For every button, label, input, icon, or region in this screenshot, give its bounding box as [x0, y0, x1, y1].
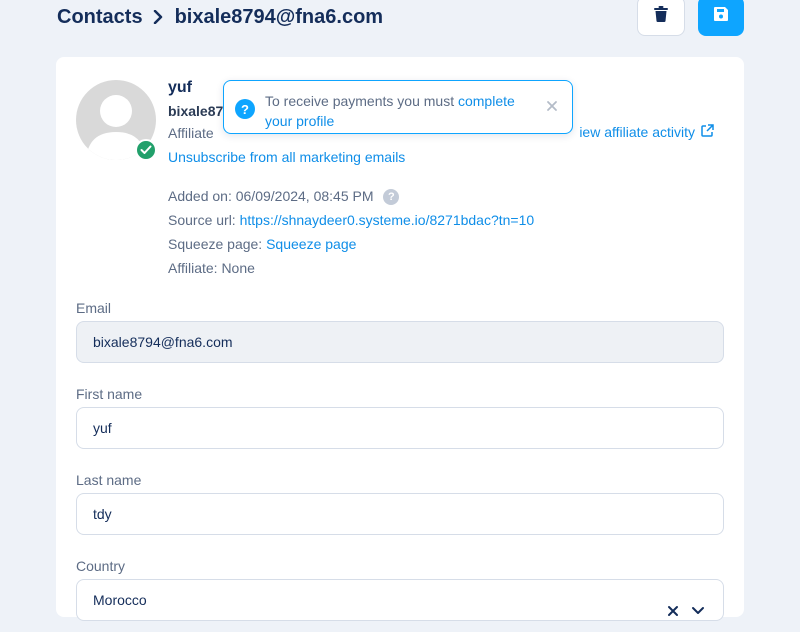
- clear-icon[interactable]: [667, 592, 679, 632]
- toast-text: To receive payments you must: [265, 93, 455, 109]
- squeeze-page-row: Squeeze page: Squeeze page: [168, 236, 356, 252]
- breadcrumb-contacts-link[interactable]: Contacts: [57, 6, 143, 29]
- chevron-down-icon[interactable]: [691, 592, 705, 632]
- close-icon[interactable]: [544, 98, 560, 114]
- country-select[interactable]: Morocco: [76, 579, 724, 621]
- added-on-label: Added on:: [168, 188, 232, 204]
- email-label: Email: [76, 300, 112, 316]
- affiliate-info-label: Affiliate:: [168, 260, 218, 276]
- added-on-value: 06/09/2024, 08:45 PM: [235, 188, 374, 204]
- source-url-label: Source url:: [168, 212, 236, 228]
- external-link-icon: [701, 124, 714, 140]
- view-affiliate-activity-link[interactable]: iew affiliate activity: [579, 124, 714, 140]
- squeeze-page-link[interactable]: Squeeze page: [266, 236, 356, 252]
- trash-icon: [654, 5, 668, 27]
- email-field[interactable]: bixale8794@fna6.com: [76, 321, 724, 363]
- chevron-right-icon: [153, 10, 163, 24]
- added-on-row: Added on: 06/09/2024, 08:45 PM ?: [168, 188, 400, 205]
- affiliate-info-value: None: [221, 260, 255, 276]
- country-select-value: Morocco: [93, 592, 147, 608]
- squeeze-page-label: Squeeze page:: [168, 236, 263, 252]
- contact-name: yuf: [168, 79, 192, 96]
- affiliate-row: Affiliate: None: [168, 260, 255, 276]
- first-name-input[interactable]: [76, 407, 724, 449]
- country-label: Country: [76, 558, 126, 574]
- last-name-input[interactable]: [76, 493, 724, 535]
- help-icon[interactable]: ?: [383, 189, 400, 205]
- source-url-link[interactable]: https://shnaydeer0.systeme.io/8271bdac?t…: [240, 212, 535, 228]
- floppy-disk-icon: [713, 6, 729, 27]
- view-affiliate-activity-label: iew affiliate activity: [579, 124, 695, 140]
- contact-email-short: bixale87: [168, 103, 224, 119]
- breadcrumb-current: bixale8794@fna6.com: [174, 5, 384, 28]
- last-name-label: Last name: [76, 472, 142, 488]
- unsubscribe-link[interactable]: Unsubscribe from all marketing emails: [168, 149, 405, 165]
- source-url-row: Source url: https://shnaydeer0.systeme.i…: [168, 212, 534, 228]
- affiliate-label: Affiliate: [168, 125, 214, 141]
- toast-message: To receive payments you must complete yo…: [265, 91, 540, 131]
- delete-button[interactable]: [637, 0, 685, 36]
- question-icon: ?: [235, 99, 255, 119]
- breadcrumb: Contacts bixale8794@fna6.com: [57, 5, 383, 29]
- first-name-label: First name: [76, 386, 143, 402]
- save-button[interactable]: [698, 0, 744, 36]
- contact-card: yuf bixale87 Affiliate iew affiliate act…: [56, 57, 744, 621]
- payment-toast: ? To receive payments you must complete …: [223, 80, 573, 134]
- verified-check-icon: [135, 139, 157, 161]
